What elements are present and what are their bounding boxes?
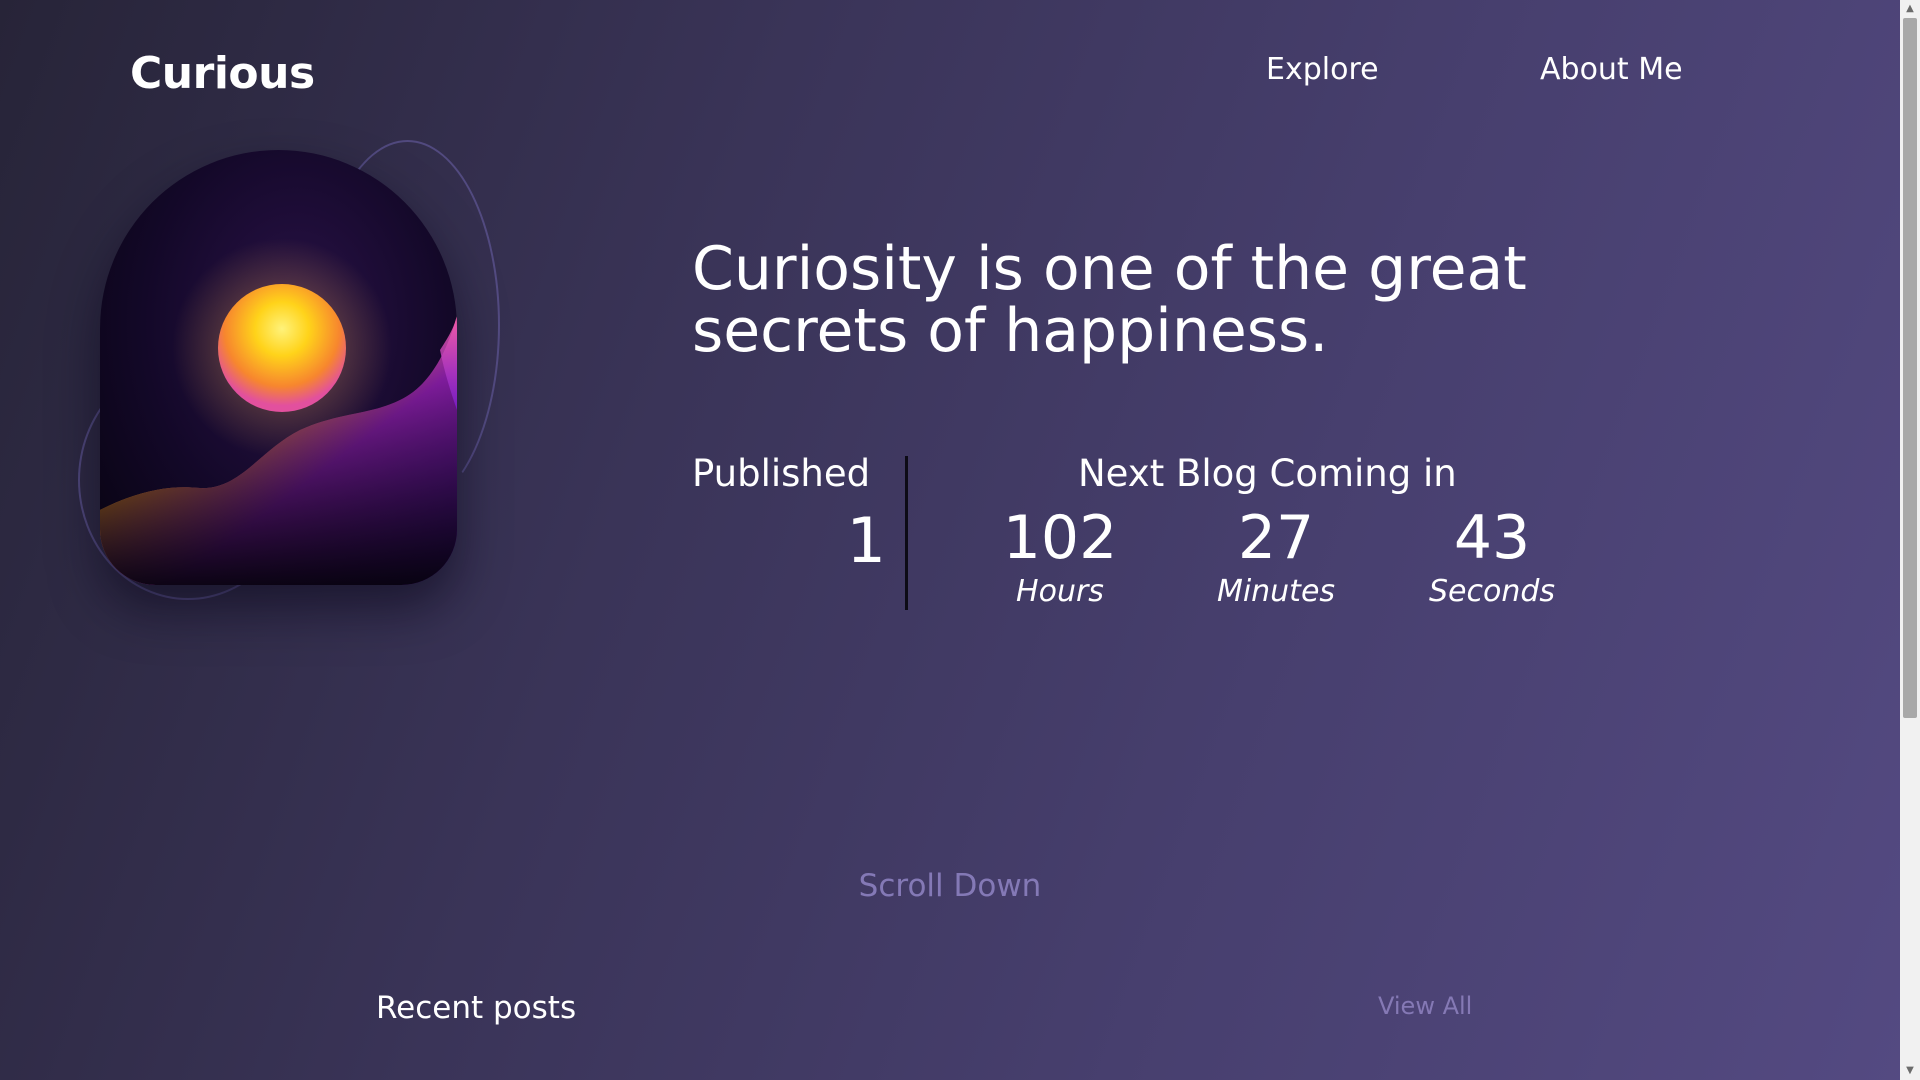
minutes-value: 27 bbox=[1237, 503, 1315, 573]
published-count: 1 bbox=[846, 504, 886, 577]
page: Curious Explore About Me Curiosity is on… bbox=[0, 0, 1900, 1080]
scroll-down-link[interactable]: Scroll Down bbox=[780, 868, 1120, 904]
countdown-label: Next Blog Coming in bbox=[1078, 452, 1457, 495]
vertical-scrollbar[interactable]: ▲ ▼ bbox=[1900, 0, 1920, 1080]
seconds-value: 43 bbox=[1453, 503, 1531, 573]
scroll-down-icon[interactable]: ▼ bbox=[1900, 1062, 1920, 1080]
minutes-unit: Minutes bbox=[1216, 574, 1336, 609]
hours-unit: Hours bbox=[1016, 574, 1104, 609]
countdown-hours: 102 Hours bbox=[960, 504, 1160, 609]
scrollbar-thumb[interactable] bbox=[1903, 18, 1917, 718]
countdown-seconds: 43 Seconds bbox=[1392, 504, 1592, 609]
seconds-unit: Seconds bbox=[1428, 574, 1556, 609]
stats-divider bbox=[905, 456, 908, 610]
site-logo[interactable]: Curious bbox=[130, 48, 315, 99]
nav-about-me[interactable]: About Me bbox=[1540, 52, 1683, 87]
view-all-link[interactable]: View All bbox=[1378, 992, 1472, 1020]
hours-value: 102 bbox=[1002, 503, 1118, 573]
nav-explore[interactable]: Explore bbox=[1266, 52, 1379, 87]
hero-quote: Curiosity is one of the great secrets of… bbox=[692, 234, 1527, 366]
published-label: Published bbox=[692, 452, 871, 495]
scroll-up-icon[interactable]: ▲ bbox=[1900, 0, 1920, 18]
recent-posts-title: Recent posts bbox=[376, 990, 577, 1026]
hero-illustration bbox=[100, 150, 457, 585]
countdown-minutes: 27 Minutes bbox=[1176, 504, 1376, 609]
sunset-illustration-icon bbox=[100, 238, 457, 585]
